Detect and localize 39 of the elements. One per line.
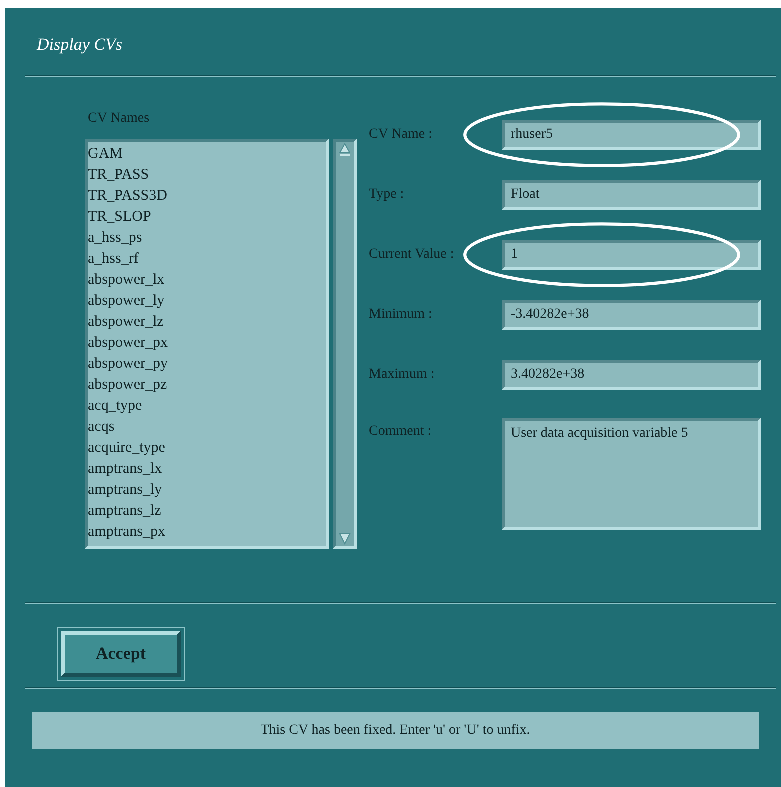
list-item[interactable]: abspower_lx <box>88 270 326 291</box>
field-label: Comment : <box>369 423 433 440</box>
text-field[interactable]: -3.40282e+38 <box>502 300 761 330</box>
list-item[interactable]: GAM <box>88 144 326 165</box>
field-label: Maximum : <box>369 367 436 383</box>
list-item[interactable]: amptrans_ly <box>88 480 326 501</box>
list-item[interactable]: amptrans_lx <box>88 459 326 480</box>
list-item[interactable]: abspower_pz <box>88 375 326 396</box>
list-item[interactable]: acquire_type <box>88 438 326 459</box>
text-field[interactable]: User data acquisition variable 5 <box>502 418 761 530</box>
text-field[interactable]: 1 <box>502 240 761 270</box>
list-item[interactable]: TR_PASS <box>88 165 326 186</box>
list-item[interactable]: TR_PASS3D <box>88 186 326 207</box>
cv-list[interactable]: GAM TR_PASS TR_PASS3D TR_SLOP a_hss_ps a_hss_rf abspower_lx abspower_ly abspower_lz abspower_px abspower_py abspower_pz acq_type acqs acquire_type amptrans_lx amptrans_ly amptrans_lz amptrans_px <box>85 139 329 549</box>
list-item[interactable]: acq_type <box>88 396 326 417</box>
list-item[interactable]: a_hss_ps <box>88 228 326 249</box>
list-item[interactable]: amptrans_lz <box>88 501 326 522</box>
field-label: CV Name : <box>369 127 434 143</box>
list-item[interactable]: abspower_px <box>88 333 326 354</box>
text-field[interactable]: rhuser5 <box>502 120 761 150</box>
status-bar: This CV has been fixed. Enter 'u' or 'U' to unfix. <box>32 712 759 749</box>
list-item[interactable]: TR_SLOP <box>88 207 326 228</box>
scroll-bar[interactable] <box>333 139 357 549</box>
list-item[interactable]: acqs <box>88 417 326 438</box>
field-label: Minimum : <box>369 307 434 323</box>
field-label: Current Value : <box>369 247 456 263</box>
list-item[interactable]: abspower_lz <box>88 312 326 333</box>
list-item[interactable]: abspower_py <box>88 354 326 375</box>
text-field[interactable]: Float <box>502 180 761 210</box>
field-label: Type : <box>369 187 406 203</box>
list-item[interactable]: abspower_ly <box>88 291 326 312</box>
list-item[interactable]: a_hss_rf <box>88 249 326 270</box>
scroll-up-icon[interactable] <box>339 143 351 157</box>
scroll-down-icon[interactable] <box>339 531 351 545</box>
text-field[interactable]: 3.40282e+38 <box>502 360 761 390</box>
list-label: CV Names <box>87 111 151 127</box>
window-title: Display CVs <box>36 34 124 56</box>
accept-button[interactable]: Accept <box>61 631 181 677</box>
list-item[interactable]: amptrans_px <box>88 522 326 543</box>
